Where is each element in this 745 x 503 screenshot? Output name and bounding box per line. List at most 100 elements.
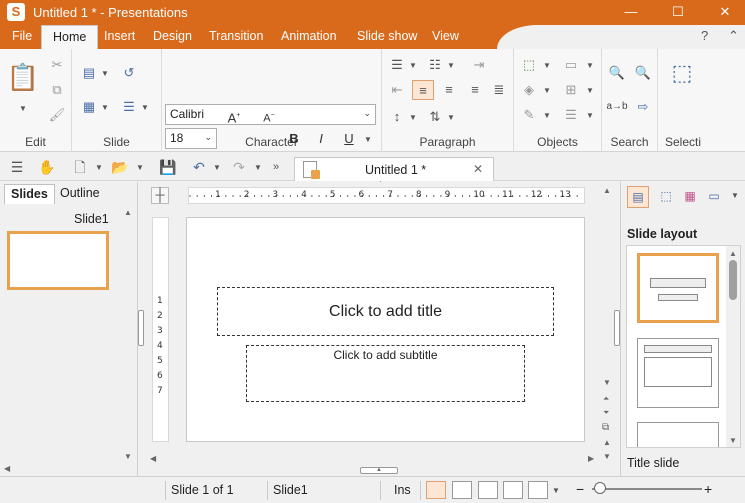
editor-scroll-down-icon[interactable]: ▼ (603, 378, 611, 387)
fill-color-dropdown-icon[interactable]: ▼ (543, 86, 551, 95)
save-icon[interactable]: 💾 (158, 157, 178, 177)
replace-icon[interactable]: a→b (606, 97, 628, 117)
underline-dropdown-icon[interactable]: ▼ (364, 135, 372, 144)
slides-pane-scrollbar[interactable]: ▲ ▼ (120, 204, 137, 466)
slide-section-dropdown-icon[interactable]: ▼ (141, 103, 149, 112)
new-slide-icon[interactable]: ▤ (78, 63, 100, 83)
align-right-button[interactable]: ≡ (464, 80, 486, 100)
align-left-button[interactable]: ≡ (412, 80, 434, 100)
tab-home[interactable]: Home (41, 25, 99, 49)
editor-scroll-left-icon[interactable]: ◀ (150, 454, 156, 463)
scroll-down-icon[interactable]: ▼ (124, 452, 132, 461)
scroll-page-down-icon[interactable]: ▼ (603, 452, 611, 461)
tab-file[interactable]: File (12, 29, 32, 43)
cut-icon[interactable]: ✂ (46, 55, 68, 75)
slide-sorter-icon[interactable] (452, 481, 472, 499)
ribbon-collapse-button[interactable]: ⌃ (728, 28, 739, 44)
align-center-button[interactable]: ≡ (438, 80, 460, 100)
font-name-dropdown-icon[interactable]: ⌄ (363, 108, 371, 119)
scroll-left-icon[interactable]: ◀ (4, 464, 10, 473)
goto-icon[interactable]: ⇨ (632, 97, 654, 117)
layout-gallery-scrollbar[interactable]: ▲ ▼ (726, 246, 740, 447)
minimize-button[interactable]: — (608, 0, 654, 25)
design-sidebar-icon[interactable]: ▦ (679, 186, 701, 208)
font-size-dropdown-icon[interactable]: ⌄ (204, 132, 212, 143)
slideshow-view-icon[interactable] (528, 481, 548, 499)
line-color-icon[interactable]: ✎ (518, 105, 540, 125)
zoom-out-button[interactable]: − (576, 481, 584, 497)
zoom-slider-track[interactable] (592, 488, 702, 490)
bullet-list-dropdown-icon[interactable]: ▼ (409, 61, 417, 70)
slide-section-icon[interactable]: ☰ (118, 97, 140, 117)
tab-outline[interactable]: Outline (54, 184, 106, 204)
find-icon[interactable]: 🔍 (606, 63, 628, 83)
reset-slide-icon[interactable]: ↺ (118, 63, 140, 83)
format-painter-icon[interactable]: 🖌 (46, 105, 68, 125)
sidebar-dropdown-icon[interactable]: ▼ (731, 191, 739, 200)
select-object-dropdown-icon[interactable]: ▼ (543, 61, 551, 70)
toolbar-overflow-icon[interactable]: » (266, 157, 286, 177)
italic-button[interactable]: I (310, 129, 332, 149)
ruler-origin-icon[interactable]: ┼ (151, 187, 169, 204)
justify-button[interactable]: ≣ (488, 80, 510, 100)
menu-hamburger-icon[interactable]: ☰ (7, 157, 27, 177)
next-slide-icon[interactable]: ⏷ (603, 408, 609, 418)
outline-view-icon[interactable] (478, 481, 498, 499)
zoom-slider-thumb[interactable] (594, 482, 606, 494)
numbered-list-dropdown-icon[interactable]: ▼ (447, 61, 455, 70)
select-object-icon[interactable]: ⬚ (518, 55, 540, 75)
tab-animation[interactable]: Animation (281, 29, 337, 43)
notes-view-icon[interactable] (503, 481, 523, 499)
layout-scroll-down-icon[interactable]: ▼ (729, 436, 737, 445)
document-tab[interactable]: Untitled 1 * ✕ (294, 157, 494, 181)
new-slide-dropdown-icon[interactable]: ▼ (101, 69, 109, 78)
find-next-icon[interactable]: 🔍 (632, 63, 654, 83)
scroll-up-icon[interactable]: ▲ (124, 208, 132, 217)
decrease-indent-icon[interactable]: ⇤ (386, 80, 408, 100)
slide-thumbnail[interactable] (7, 231, 109, 290)
zoom-in-button[interactable]: + (704, 481, 712, 497)
tab-transition[interactable]: Transition (209, 29, 263, 43)
undo-icon[interactable]: ↶ (189, 157, 209, 177)
layout-scroll-up-icon[interactable]: ▲ (729, 249, 737, 258)
maximize-button[interactable]: ☐ (655, 0, 701, 25)
line-spacing-dropdown-icon[interactable]: ▼ (409, 113, 417, 122)
horizontal-ruler[interactable]: 1 2 3 4 5 6 7 8 9 10 11 12 13 (188, 187, 585, 204)
tab-insert[interactable]: Insert (104, 29, 135, 43)
underline-button[interactable]: U (338, 129, 360, 149)
arrange-icon[interactable]: ▭ (560, 55, 582, 75)
fill-color-icon[interactable]: ◈ (518, 80, 540, 100)
indent-icon[interactable]: ⇥ (468, 55, 490, 75)
transition-sidebar-icon[interactable]: ⬚ (655, 186, 677, 208)
paste-icon[interactable]: 📋 (6, 57, 40, 97)
editor-scroll-right-icon[interactable]: ▶ (588, 454, 594, 463)
group-objects-icon[interactable]: ⊞ (560, 80, 582, 100)
layout-scroll-thumb[interactable] (729, 260, 737, 300)
close-button[interactable]: ✕ (702, 0, 745, 25)
new-document-dropdown-icon[interactable]: ▼ (95, 163, 103, 172)
arrange-dropdown-icon[interactable]: ▼ (586, 61, 594, 70)
master-sidebar-icon[interactable]: ▭ (703, 186, 725, 208)
redo-icon[interactable]: ↷ (229, 157, 249, 177)
open-folder-icon[interactable]: 📂 (110, 157, 130, 177)
align-objects-icon[interactable]: ☰ (560, 105, 582, 125)
slide-layout-dropdown-icon[interactable]: ▼ (101, 103, 109, 112)
bullet-list-icon[interactable]: ☰ (386, 55, 408, 75)
text-direction-icon[interactable]: ⇅ (424, 107, 446, 127)
numbered-list-icon[interactable]: ☷ (424, 55, 446, 75)
tab-view[interactable]: View (432, 29, 459, 43)
line-color-dropdown-icon[interactable]: ▼ (543, 111, 551, 120)
text-direction-dropdown-icon[interactable]: ▼ (447, 113, 455, 122)
shrink-font-button[interactable]: A− (258, 106, 280, 126)
selection-pointer-icon[interactable]: ⬚ (666, 57, 698, 89)
tab-design[interactable]: Design (153, 29, 192, 43)
open-folder-dropdown-icon[interactable]: ▼ (136, 163, 144, 172)
tab-slide-show[interactable]: Slide show (357, 29, 417, 43)
normal-view-icon[interactable] (426, 481, 446, 499)
notes-splitter-handle[interactable]: ▲ (360, 467, 398, 474)
hand-tool-icon[interactable]: ✋ (37, 157, 57, 177)
prev-slide-icon[interactable]: ⏶ (603, 394, 609, 404)
zoom-fit-icon[interactable]: ⧉ (602, 422, 609, 433)
copy-icon[interactable]: ⧉ (46, 80, 68, 100)
group-objects-dropdown-icon[interactable]: ▼ (586, 86, 594, 95)
